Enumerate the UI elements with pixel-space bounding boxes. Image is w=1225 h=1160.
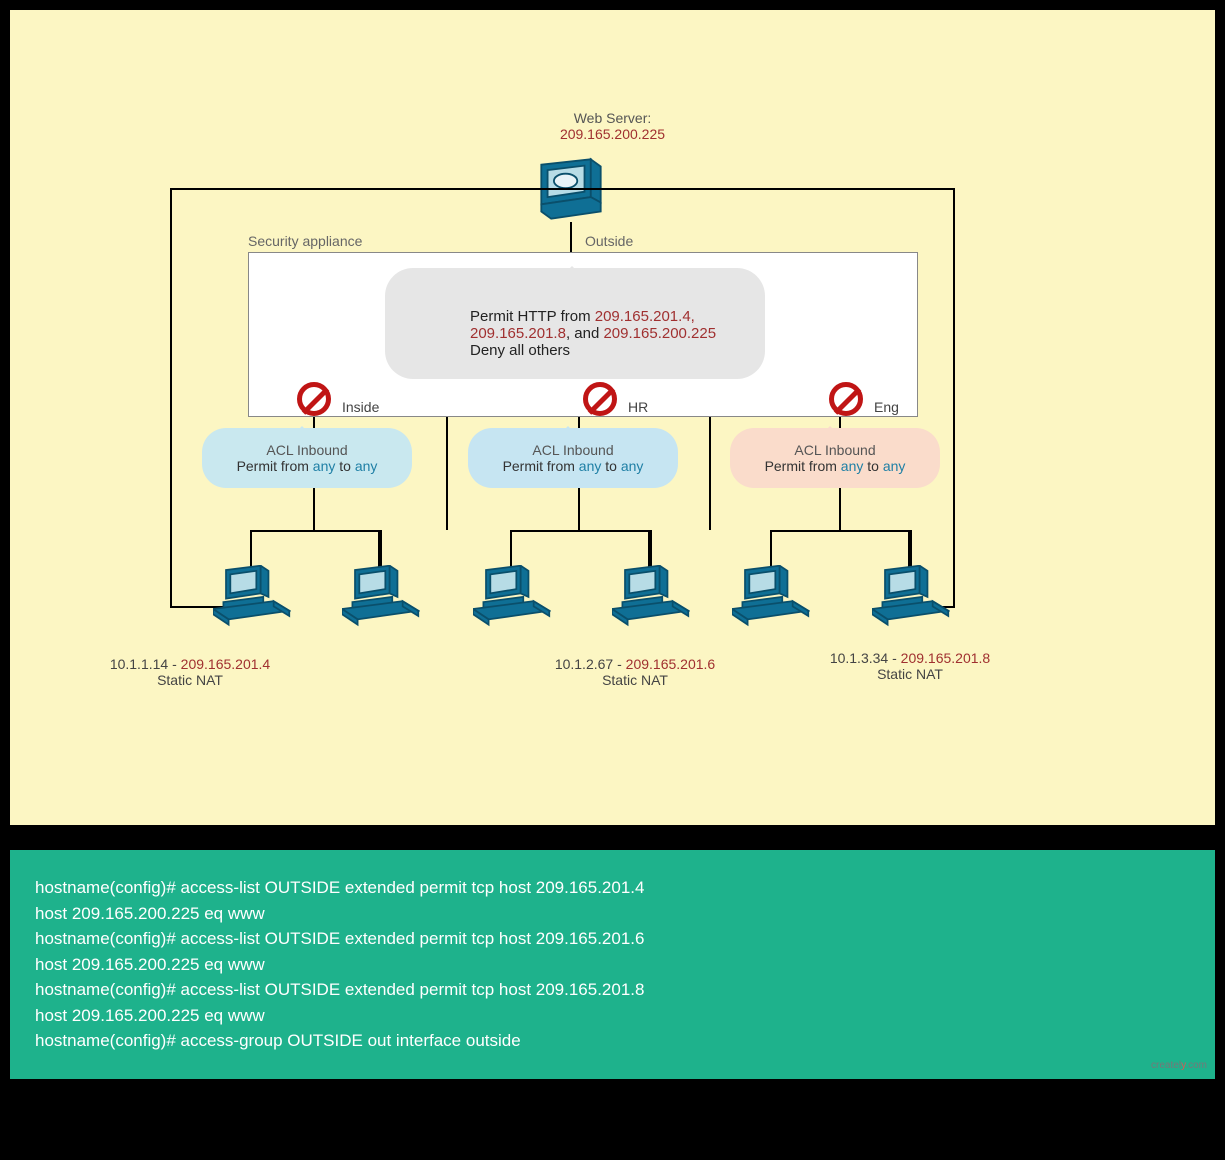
code-line-7: hostname(config)# access-group OUTSIDE o… xyxy=(35,1028,1190,1054)
acl-title: ACL Inbound xyxy=(266,442,347,458)
stem-eng-a xyxy=(709,417,711,530)
code-line-6: host 209.165.200.225 eq www xyxy=(35,1003,1190,1029)
acl-any-1: any xyxy=(841,458,864,474)
dash: - xyxy=(888,650,900,666)
acl-title: ACL Inbound xyxy=(794,442,875,458)
acl-permit-prefix: Permit from xyxy=(237,458,313,474)
code-line-5: hostname(config)# access-list OUTSIDE ex… xyxy=(35,977,1190,1003)
acl-any-2: any xyxy=(621,458,644,474)
pc-1 xyxy=(213,565,291,627)
code-line-2: host 209.165.200.225 eq www xyxy=(35,901,1190,927)
pc-2 xyxy=(342,565,420,627)
permit-ip-1: 209.165.201.4, xyxy=(595,308,695,325)
host-3-label: 10.1.3.34 - 209.165.201.8 Static NAT xyxy=(800,650,1020,682)
pc6-drop xyxy=(910,530,912,570)
permit-text-mid: , and xyxy=(566,325,604,342)
acl-to: to xyxy=(335,458,354,474)
watermark: creately.com xyxy=(1151,1058,1207,1073)
acl-any-1: any xyxy=(579,458,602,474)
acl-hr: ACL Inbound Permit from any to any xyxy=(468,428,678,488)
code-line-3: hostname(config)# access-list OUTSIDE ex… xyxy=(35,926,1190,952)
deny-icon-inside xyxy=(297,382,331,416)
acl-to: to xyxy=(863,458,882,474)
acl-any-1: any xyxy=(313,458,336,474)
pc4-drop xyxy=(650,530,652,570)
permit-deny-line: Deny all others xyxy=(470,342,570,359)
hr-label: HR xyxy=(628,399,648,415)
permit-callout: Permit HTTP from 209.165.201.4, 209.165.… xyxy=(385,268,765,379)
outside-label: Outside xyxy=(585,233,633,249)
deny-icon-eng xyxy=(829,382,863,416)
acl-title: ACL Inbound xyxy=(532,442,613,458)
host-1-local: 10.1.1.14 xyxy=(110,656,168,672)
pc2-drop xyxy=(380,530,382,570)
acl-to: to xyxy=(601,458,620,474)
acl-any-2: any xyxy=(883,458,906,474)
permit-ip-3: 209.165.200.225 xyxy=(603,325,716,342)
pc-6 xyxy=(872,565,950,627)
host-3-sub: Static NAT xyxy=(877,666,943,682)
host-3-local: 10.1.3.34 xyxy=(830,650,888,666)
pc-3 xyxy=(473,565,551,627)
code-line-1: hostname(config)# access-list OUTSIDE ex… xyxy=(35,875,1190,901)
code-line-4: host 209.165.200.225 eq www xyxy=(35,952,1190,978)
host-1-sub: Static NAT xyxy=(157,672,223,688)
pc5-drop xyxy=(770,530,772,570)
acl-inside: ACL Inbound Permit from any to any xyxy=(202,428,412,488)
hframe-eng xyxy=(770,530,910,570)
hframe-hr xyxy=(510,530,650,570)
inside-label: Inside xyxy=(342,399,379,415)
acl-permit-prefix: Permit from xyxy=(765,458,841,474)
deny-icon-hr xyxy=(583,382,617,416)
web-server-label: Web Server: 209.165.200.225 xyxy=(10,110,1215,142)
permit-text-prefix: Permit HTTP from xyxy=(470,308,595,325)
permit-ip-2: 209.165.201.8 xyxy=(470,325,566,342)
eng-label: Eng xyxy=(874,399,899,415)
host-2-label: 10.1.2.67 - 209.165.201.6 Static NAT xyxy=(525,656,745,688)
acl-any-2: any xyxy=(355,458,378,474)
web-server-title: Web Server: xyxy=(574,110,652,126)
host-2-sub: Static NAT xyxy=(602,672,668,688)
hframe-inside xyxy=(250,530,380,570)
web-server-ip: 209.165.200.225 xyxy=(560,126,665,142)
config-code-block: hostname(config)# access-list OUTSIDE ex… xyxy=(10,850,1215,1079)
acl-permit-prefix: Permit from xyxy=(503,458,579,474)
host-3-nat: 209.165.201.8 xyxy=(901,650,991,666)
stem-inside-2 xyxy=(446,417,448,530)
host-2-local: 10.1.2.67 xyxy=(555,656,613,672)
dash: - xyxy=(168,656,180,672)
host-1-label: 10.1.1.14 - 209.165.201.4 Static NAT xyxy=(80,656,300,688)
host-1-nat: 209.165.201.4 xyxy=(181,656,271,672)
host-2-nat: 209.165.201.6 xyxy=(626,656,716,672)
pc-4 xyxy=(612,565,690,627)
diagram-canvas: Web Server: 209.165.200.225 Security app… xyxy=(10,10,1215,825)
acl-eng: ACL Inbound Permit from any to any xyxy=(730,428,940,488)
dash: - xyxy=(613,656,625,672)
pc3-drop xyxy=(510,530,512,570)
pc-5 xyxy=(732,565,810,627)
security-appliance-label: Security appliance xyxy=(248,233,362,249)
